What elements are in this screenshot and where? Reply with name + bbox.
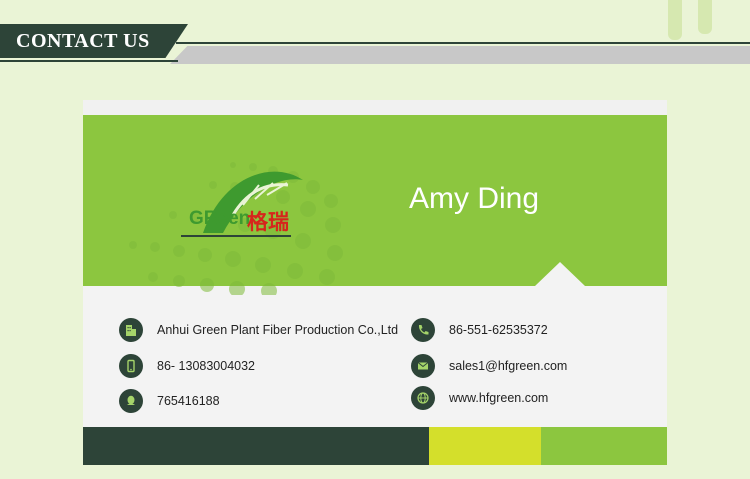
phone-row: 86-551-62535372 (411, 318, 548, 342)
card-top-strip (83, 100, 667, 115)
qq-icon (119, 389, 143, 413)
email-row: sales1@hfgreen.com (411, 354, 567, 378)
company-row: Anhui Green Plant Fiber Production Co.,L… (119, 318, 398, 342)
building-icon (119, 318, 143, 342)
website-row: www.hfgreen.com (411, 386, 548, 410)
qq-number[interactable]: 765416188 (157, 394, 220, 408)
header-underline (0, 60, 178, 62)
header-rule (176, 42, 750, 44)
company-name: Anhui Green Plant Fiber Production Co.,L… (157, 323, 399, 337)
business-card: GReen 格瑞 Amy Ding Anhui Green Plant Fibe… (83, 100, 667, 465)
phone-icon (411, 318, 435, 342)
section-header: CONTACT US (0, 24, 750, 72)
contact-name: Amy Ding (409, 182, 540, 215)
mobile-row: 86- 13083004032 (119, 354, 255, 378)
card-notch (535, 262, 585, 286)
qq-row: 765416188 (119, 389, 220, 413)
bottom-band-yellow (429, 427, 541, 465)
logo-chinese-name: 格瑞 (247, 211, 289, 234)
website-link[interactable]: www.hfgreen.com (449, 391, 548, 405)
header-gray-band (170, 46, 750, 64)
bottom-band-dark (83, 427, 429, 465)
mobile-icon (119, 354, 143, 378)
globe-icon (411, 386, 435, 410)
mail-icon (411, 354, 435, 378)
email-address[interactable]: sales1@hfgreen.com (449, 359, 567, 373)
mobile-number[interactable]: 86- 13083004032 (157, 359, 255, 373)
bottom-band-lime (541, 427, 667, 465)
phone-number[interactable]: 86-551-62535372 (449, 323, 548, 337)
section-title: CONTACT US (0, 24, 188, 58)
logo-underline (181, 235, 291, 237)
logo-wordmark: GReen (189, 208, 251, 229)
